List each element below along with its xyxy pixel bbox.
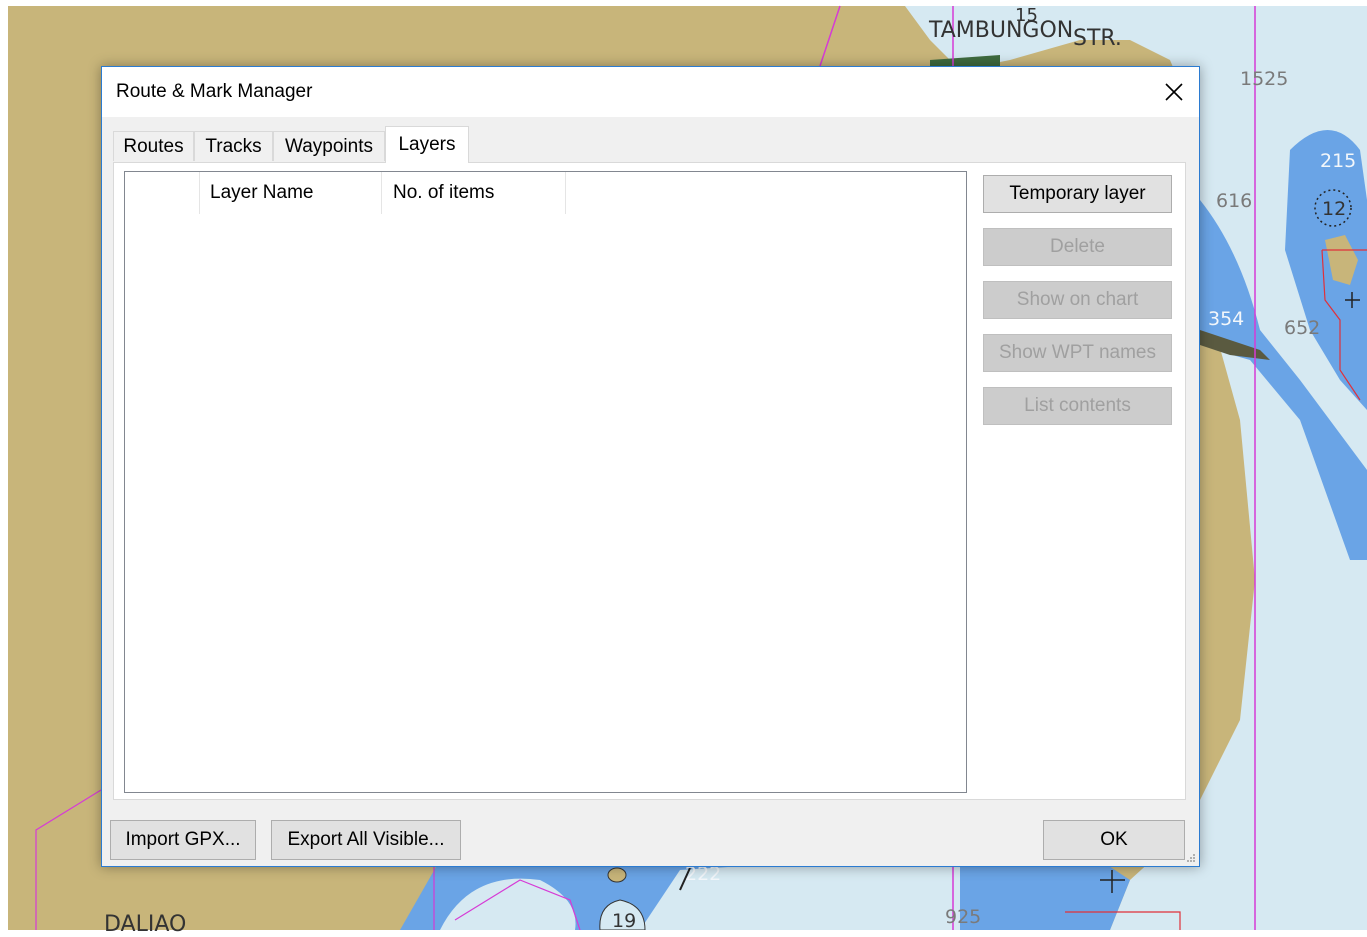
dialog-title: Route & Mark Manager xyxy=(116,81,313,102)
column-header-layer-name[interactable]: Layer Name xyxy=(200,172,382,214)
import-gpx-button[interactable]: Import GPX... xyxy=(110,820,256,860)
chart-label-depth: 925 xyxy=(945,906,982,928)
chart-label-depth: 215 xyxy=(1320,150,1357,172)
chart-label-depth: 15 xyxy=(1015,5,1038,26)
chart-label-tambungon: TAMBUNGON xyxy=(929,18,1074,43)
chart-label-depth: 1525 xyxy=(1240,68,1289,90)
tab-tracks[interactable]: Tracks xyxy=(194,131,273,161)
close-icon xyxy=(1165,83,1183,101)
chart-label-depth: 19 xyxy=(612,910,637,932)
export-all-visible-button[interactable]: Export All Visible... xyxy=(271,820,461,860)
tab-waypoints[interactable]: Waypoints xyxy=(273,131,385,161)
show-on-chart-button[interactable]: Show on chart xyxy=(983,281,1172,319)
chart-label-str: STR. xyxy=(1073,26,1122,51)
layers-tab-panel: Layer Name No. of items Temporary layer … xyxy=(113,162,1186,800)
chart-label-depth: 12 xyxy=(1322,198,1347,220)
close-button[interactable] xyxy=(1149,67,1199,117)
ok-button[interactable]: OK xyxy=(1043,820,1185,860)
chart-label-depth: 616 xyxy=(1216,190,1253,212)
list-contents-button[interactable]: List contents xyxy=(983,387,1172,425)
delete-button[interactable]: Delete xyxy=(983,228,1172,266)
tab-routes[interactable]: Routes xyxy=(113,131,194,161)
resize-grip-icon[interactable] xyxy=(1186,853,1196,863)
column-header-blank[interactable] xyxy=(125,172,200,214)
layers-list[interactable]: Layer Name No. of items xyxy=(124,171,967,793)
route-mark-manager-dialog: Route & Mark Manager Routes Tracks Waypo… xyxy=(101,66,1200,867)
column-header-num-items[interactable]: No. of items xyxy=(382,172,566,214)
dialog-titlebar[interactable]: Route & Mark Manager xyxy=(102,67,1199,117)
chart-label-depth: 652 xyxy=(1284,317,1321,339)
temporary-layer-button[interactable]: Temporary layer xyxy=(983,175,1172,213)
show-wpt-names-button[interactable]: Show WPT names xyxy=(983,334,1172,372)
chart-label-depth: 354 xyxy=(1208,308,1245,330)
chart-label-daliao: DALIAO xyxy=(104,912,187,937)
tab-layers[interactable]: Layers xyxy=(385,126,469,163)
